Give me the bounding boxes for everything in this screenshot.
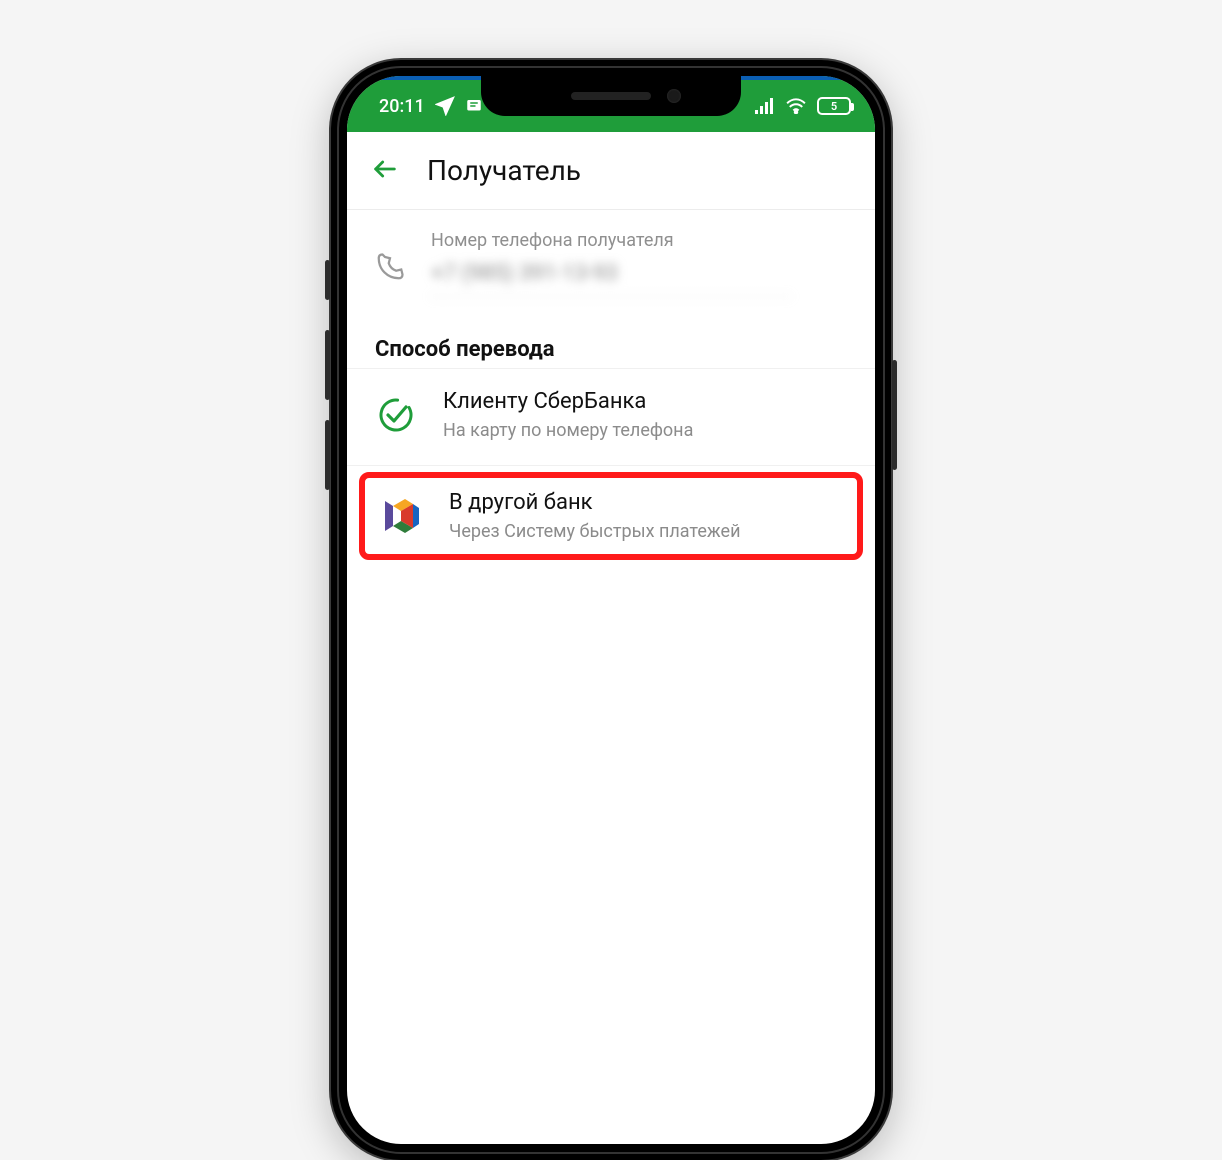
message-icon: [465, 97, 483, 115]
option-title: В другой банк: [449, 490, 740, 515]
phone-field-value: +7 (985) 391-13-93: [431, 261, 791, 297]
phone-screen: 20:11: [347, 76, 875, 1144]
phone-frame: 20:11: [331, 60, 891, 1160]
battery-icon: 5: [817, 97, 851, 115]
recipient-phone-field[interactable]: Номер телефона получателя +7 (985) 391-1…: [347, 210, 875, 307]
wifi-icon: [785, 98, 807, 114]
option-subtitle: На карту по номеру телефона: [443, 420, 693, 441]
battery-level: 5: [831, 100, 837, 113]
sbp-icon: [381, 495, 423, 537]
option-subtitle: Через Систему быстрых платежей: [449, 521, 740, 542]
back-button[interactable]: [371, 155, 399, 187]
option-title: Клиенту СберБанка: [443, 389, 693, 414]
signal-icon: [755, 98, 775, 114]
status-time: 20:11: [379, 96, 425, 117]
page-title: Получатель: [427, 154, 581, 187]
phone-notch: [481, 76, 741, 116]
option-other-bank[interactable]: В другой банк Через Систему быстрых плат…: [359, 472, 863, 560]
sber-check-icon: [375, 394, 417, 436]
option-sberbank-client[interactable]: Клиенту СберБанка На карту по номеру тел…: [347, 368, 875, 461]
app-header: Получатель: [347, 132, 875, 210]
transfer-method-title: Способ перевода: [347, 307, 875, 368]
phone-field-label: Номер телефона получателя: [431, 230, 847, 251]
phone-icon: [375, 252, 405, 286]
telegram-icon: [435, 96, 455, 116]
